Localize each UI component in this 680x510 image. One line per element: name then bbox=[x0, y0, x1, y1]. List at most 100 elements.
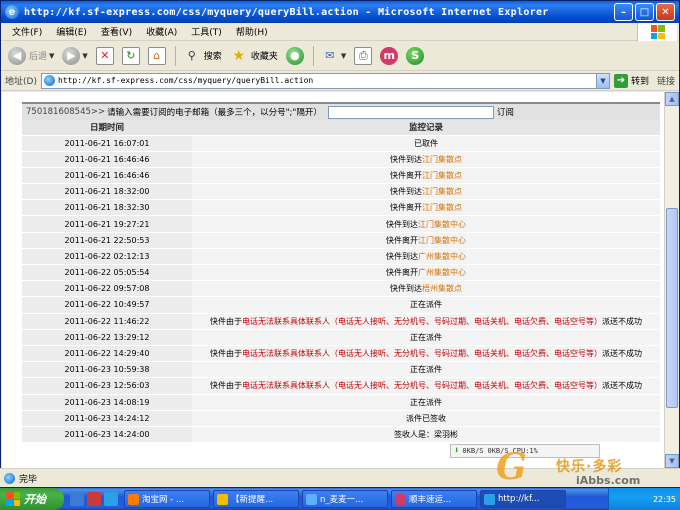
close-button[interactable]: ✕ bbox=[656, 3, 675, 21]
mail-button[interactable]: ✉ ▼ bbox=[318, 44, 349, 68]
messenger-button[interactable]: m bbox=[377, 44, 401, 68]
email-input[interactable] bbox=[327, 105, 494, 119]
record-text: 快件到达 bbox=[390, 154, 422, 164]
row-record: 快件到达江门集散点 bbox=[192, 183, 660, 201]
row-datetime: 2011-06-21 16:46:46 bbox=[22, 167, 192, 185]
subscribe-hint: 请输入需要订阅的电子邮箱（最多三个，以分号";"隔开） bbox=[107, 108, 322, 118]
menu-edit[interactable]: 编辑(E) bbox=[49, 25, 94, 38]
menu-file[interactable]: 文件(F) bbox=[5, 25, 49, 38]
row-datetime: 2011-06-23 14:24:00 bbox=[22, 426, 192, 444]
go-button[interactable]: ➔ 转到 bbox=[613, 73, 649, 88]
search-button[interactable]: ⚲ 搜索 bbox=[180, 44, 225, 68]
vertical-scrollbar[interactable]: ▲ ▼ bbox=[664, 92, 679, 468]
table-row: 2011-06-23 10:59:38 正在派件 bbox=[22, 361, 660, 379]
forward-button[interactable]: ▶ ▼ bbox=[59, 44, 90, 68]
row-record: 快件由于电话无法联系具体联系人（电话无人接听、无分机号、号码过期、电话关机、电话… bbox=[192, 345, 660, 363]
row-datetime: 2011-06-23 14:08:19 bbox=[22, 394, 192, 411]
back-button[interactable]: ◀ 后退 ▼ bbox=[5, 44, 57, 68]
toolbar-separator bbox=[174, 45, 176, 66]
row-datetime: 2011-06-21 19:27:21 bbox=[22, 215, 192, 233]
table-row: 2011-06-21 16:07:01 已取件 bbox=[22, 135, 660, 152]
start-button[interactable]: 开始 bbox=[0, 488, 64, 510]
menu-view[interactable]: 查看(V) bbox=[94, 25, 139, 38]
record-reason: 电话无法联系具体联系人（电话无人接听、无分机号、号码过期、电话关机、电话欠费、电… bbox=[242, 316, 602, 326]
home-button[interactable]: ⌂ bbox=[145, 44, 169, 68]
table-header-row: 日期时间 监控记录 bbox=[22, 120, 660, 136]
go-label: 转到 bbox=[630, 77, 649, 87]
row-record: 正在派件 bbox=[192, 361, 660, 379]
task-taobao[interactable]: 淘宝网 - ... bbox=[124, 490, 210, 508]
task-label: 【新提醒... bbox=[231, 495, 274, 505]
task-label: 顺丰速运... bbox=[409, 495, 452, 505]
row-record: 快件由于电话无法联系具体联系人（电话无人接听、无分机号、号码过期、电话关机、电话… bbox=[192, 377, 660, 395]
minimize-button[interactable]: – bbox=[614, 3, 633, 21]
quicklaunch-app-icon[interactable] bbox=[87, 492, 101, 506]
address-url[interactable]: http://kf.sf-express.com/css/myquery/que… bbox=[58, 76, 596, 85]
reminder-icon bbox=[217, 493, 228, 505]
title-bar[interactable]: e http://kf.sf-express.com/css/myquery/q… bbox=[1, 1, 679, 23]
table-row: 2011-06-22 13:29:12 正在派件 bbox=[22, 329, 660, 346]
task-chat[interactable]: n_麦麦一... bbox=[302, 490, 388, 508]
favorites-label: 收藏夹 bbox=[250, 52, 278, 62]
address-input[interactable]: http://kf.sf-express.com/css/myquery/que… bbox=[40, 72, 610, 89]
back-dropdown-icon[interactable]: ▼ bbox=[49, 52, 54, 60]
maximize-button[interactable]: □ bbox=[635, 3, 654, 21]
row-datetime: 2011-06-21 22:50:53 bbox=[22, 232, 192, 249]
record-result: 派送不成功 bbox=[602, 349, 642, 359]
subscribe-button[interactable]: 订阅 bbox=[497, 106, 514, 118]
print-icon: ⎙ bbox=[354, 46, 373, 65]
search-label: 搜索 bbox=[203, 52, 222, 62]
menu-help[interactable]: 帮助(H) bbox=[229, 25, 275, 38]
forward-dropdown-icon[interactable]: ▼ bbox=[82, 52, 87, 60]
tracking-rows: 2011-06-21 16:07:01 已取件 2011-06-21 16:46:4… bbox=[22, 135, 660, 444]
task-sf-express[interactable]: 顺丰速运... bbox=[391, 490, 477, 508]
subscribe-bar: 750181608545>> 请输入需要订阅的电子邮箱（最多三个，以分号";"隔… bbox=[22, 102, 660, 120]
download-arrow-icon: ⬇ bbox=[454, 446, 460, 456]
window-title: http://kf.sf-express.com/css/myquery/que… bbox=[24, 6, 549, 18]
mail-icon: ✉ bbox=[325, 49, 335, 62]
menu-tools[interactable]: 工具(T) bbox=[184, 25, 229, 38]
row-record: 签收人是：梁羽彬 bbox=[192, 426, 660, 444]
scroll-up-icon[interactable]: ▲ bbox=[665, 92, 679, 106]
stop-button[interactable]: ✕ bbox=[93, 44, 117, 68]
record-text: 快件由于 bbox=[210, 381, 242, 391]
media-button[interactable]: ● bbox=[283, 44, 307, 68]
scroll-down-icon[interactable]: ▼ bbox=[665, 454, 679, 468]
quicklaunch-ie-icon[interactable] bbox=[104, 492, 118, 506]
row-datetime: 2011-06-22 11:46:22 bbox=[22, 313, 192, 330]
record-reason: 电话无法联系具体联系人（电话无人接听、无分机号、号码过期、电话关机、电话欠费、电… bbox=[242, 381, 602, 391]
plugin-icon: S bbox=[406, 46, 425, 65]
row-datetime: 2011-06-22 02:12:13 bbox=[22, 248, 192, 266]
row-record: 快件离开江门集散点 bbox=[192, 167, 660, 185]
plugin-button[interactable]: S bbox=[403, 44, 427, 68]
task-reminder[interactable]: 【新提醒... bbox=[213, 490, 299, 508]
address-dropdown-icon[interactable]: ▼ bbox=[595, 73, 609, 88]
menu-favorites[interactable]: 收藏(A) bbox=[139, 25, 184, 38]
favorites-button[interactable]: ★ 收藏夹 bbox=[227, 44, 281, 68]
clock[interactable]: 22:35 bbox=[653, 495, 676, 504]
record-text: 快件到达 bbox=[386, 219, 418, 229]
row-record: 快件到达梧州集散点 bbox=[192, 280, 660, 298]
taskbar: 开始 淘宝网 - ... 【新提醒... n_麦麦一... 顺丰速运... ht… bbox=[0, 488, 680, 510]
quicklaunch-desktop-icon[interactable] bbox=[70, 492, 84, 506]
record-text: 正在派件 bbox=[410, 332, 442, 342]
links-button[interactable]: 链接 bbox=[657, 74, 675, 87]
task-ie-active[interactable]: http://kf... bbox=[480, 490, 566, 508]
messenger-icon: m bbox=[380, 46, 399, 65]
address-label: 地址(D) bbox=[5, 77, 37, 87]
record-text: 签收人是：梁羽彬 bbox=[394, 429, 458, 439]
mail-dropdown-icon[interactable]: ▼ bbox=[341, 52, 346, 60]
table-row: 2011-06-21 19:27:21 快件到达江门集散中心 bbox=[22, 215, 660, 233]
scroll-thumb[interactable] bbox=[666, 208, 678, 408]
row-record: 快件到达江门集散中心 bbox=[192, 215, 660, 233]
table-row: 2011-06-21 18:32:00 快件到达江门集散点 bbox=[22, 183, 660, 201]
stop-icon: ✕ bbox=[95, 46, 114, 65]
row-record: 正在派件 bbox=[192, 394, 660, 411]
row-datetime: 2011-06-22 14:29:40 bbox=[22, 345, 192, 363]
forward-arrow-icon: ▶ bbox=[62, 46, 81, 65]
record-location: 广州集散中心 bbox=[418, 251, 466, 261]
refresh-button[interactable]: ↻ bbox=[119, 44, 143, 68]
status-bar: 完毕 bbox=[0, 468, 680, 487]
print-button[interactable]: ⎙ bbox=[351, 44, 375, 68]
network-meter: ⬇ 0KB/S 0KB/S CPU:1% bbox=[450, 444, 600, 458]
